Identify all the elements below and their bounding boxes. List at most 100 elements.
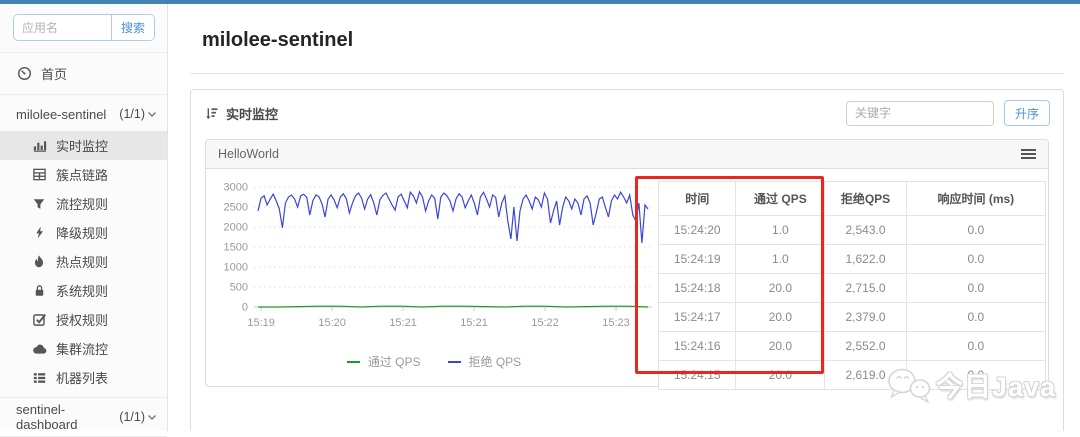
svg-text:2500: 2500: [224, 202, 248, 214]
search-button[interactable]: 搜索: [110, 15, 154, 40]
list-icon: [31, 371, 47, 385]
page-title: milolee-sentinel: [202, 29, 354, 51]
table-body: 15:24:20 1.0 2,543.0 0.0 15:24:19 1.0 1,622.0 0…: [657, 215, 1047, 390]
table-cell: 2,619.0: [824, 360, 907, 390]
sidebar-item-label: 集群流控: [56, 342, 109, 357]
legend-item[interactable]: 拒绝 QPS: [447, 353, 522, 370]
svg-text:15:23: 15:23: [602, 317, 630, 329]
table-cell: 20.0: [735, 331, 826, 361]
bar-chart-icon: [31, 138, 47, 153]
qps-line-chart: 0 500 1000 1500 2000 2500 3000 15:19 15:20 15:21 1…: [224, 182, 652, 329]
table-cell: 0.0: [905, 302, 1047, 332]
resource-title: HelloWorld: [218, 147, 279, 161]
sort-order-button[interactable]: 升序: [1003, 100, 1050, 126]
table-cell: 0.0: [905, 215, 1047, 245]
resource-card: HelloWorld 0 500 1000 1500 2000 2500 3000 15:19…: [205, 139, 1049, 390]
svg-text:3000: 3000: [224, 182, 248, 194]
fire-icon: [31, 254, 47, 269]
resource-card-header: HelloWorld: [206, 140, 1048, 169]
sidebar-item-集群流控[interactable]: 集群流控: [0, 334, 167, 363]
legend-label: 拒绝 QPS: [468, 355, 522, 369]
table-cell: 0.0: [905, 331, 1047, 361]
table-cell: 1.0: [735, 215, 826, 245]
table-cell: 15:24:20: [657, 215, 737, 245]
sidebar-item-簇点链路[interactable]: 簇点链路: [0, 160, 167, 189]
table-cell: 0.0: [905, 244, 1047, 274]
table-cell: 20.0: [735, 360, 826, 390]
table-header-row: 时间 通过 QPS 拒绝QPS 响应时间 (ms): [657, 181, 1047, 216]
legend-item[interactable]: 通过 QPS: [346, 353, 421, 370]
legend-swatch: [346, 360, 360, 363]
bolt-icon: [31, 225, 47, 240]
sidebar-item-机器列表[interactable]: 机器列表: [0, 363, 167, 392]
sidebar-group: sentinel-dashboard (1/1): [0, 397, 167, 437]
svg-text:1500: 1500: [224, 242, 248, 254]
cloud-icon: [31, 342, 47, 355]
qps-chart: 0 500 1000 1500 2000 2500 3000 15:19 15:20 15:21 1…: [206, 169, 658, 386]
table-column-header: 通过 QPS: [735, 181, 826, 216]
table-column-header: 时间: [657, 181, 737, 216]
sidebar-item-系统规则[interactable]: 系统规则: [0, 276, 167, 305]
table-cell: 20.0: [735, 273, 826, 303]
table-cell: 2,552.0: [824, 331, 907, 361]
table-cell: 1.0: [735, 244, 826, 274]
svg-text:15:19: 15:19: [247, 317, 275, 329]
group-badge: (1/1): [119, 107, 145, 121]
metrics-table-wrap: 时间 通过 QPS 拒绝QPS 响应时间 (ms) 15:24:20 1.0 2,543.…: [657, 169, 1048, 390]
resource-card-body: 0 500 1000 1500 2000 2500 3000 15:19 15:20 15:21 1…: [206, 169, 1048, 390]
sidebar-item-热点规则[interactable]: 热点规则: [0, 247, 167, 276]
title-divider: [190, 73, 1064, 74]
table-cell: 15:24:17: [657, 302, 737, 332]
keyword-input[interactable]: [845, 100, 994, 126]
legend-swatch: [447, 360, 461, 363]
check-square-icon: [31, 312, 47, 327]
table-column-header: 拒绝QPS: [824, 181, 907, 216]
table-cell: 15:24:16: [657, 331, 737, 361]
sidebar: 搜索 首页 milolee-sentinel (1/1) 实时监控簇点链路流控规则降…: [0, 4, 168, 437]
table-cell: 1,622.0: [824, 244, 907, 274]
table-cell: 2,543.0: [824, 215, 907, 245]
svg-text:15:21: 15:21: [389, 317, 417, 329]
table-cell: 15:24:18: [657, 273, 737, 303]
table-cell: 15:24:15: [657, 360, 737, 390]
table-column-header: 响应时间 (ms): [905, 181, 1047, 216]
metrics-table: 时间 通过 QPS 拒绝QPS 响应时间 (ms) 15:24:20 1.0 2,543.…: [657, 181, 1047, 390]
sort-amount-icon: [204, 106, 219, 121]
sidebar-item-实时监控[interactable]: 实时监控: [0, 131, 167, 160]
svg-text:500: 500: [230, 282, 248, 294]
sidebar-group: milolee-sentinel (1/1) 实时监控簇点链路流控规则降级规则热点规…: [0, 94, 167, 397]
chart-legend: 通过 QPS 拒绝 QPS: [210, 353, 658, 370]
chevron-down-icon: [147, 414, 157, 421]
chevron-down-icon: [147, 111, 157, 118]
sidebar-app-groups: milolee-sentinel (1/1) 实时监控簇点链路流控规则降级规则热点规…: [0, 94, 167, 437]
lock-icon: [31, 283, 47, 298]
table-cell: 0.0: [905, 360, 1047, 390]
table-icon: [31, 167, 47, 182]
hamburger-icon[interactable]: [1021, 148, 1036, 160]
group-label: sentinel-dashboard: [16, 402, 78, 432]
table-cell: 2,715.0: [824, 273, 907, 303]
sidebar-item-label: 系统规则: [56, 284, 109, 299]
svg-text:15:21: 15:21: [460, 317, 488, 329]
svg-text:0: 0: [242, 302, 248, 314]
monitor-panel-header: 实时监控 升序: [191, 90, 1063, 134]
svg-text:2000: 2000: [224, 222, 248, 234]
sidebar-item-授权规则[interactable]: 授权规则: [0, 305, 167, 334]
gauge-icon: [16, 66, 32, 81]
table-row: 15:24:16 20.0 2,552.0 0.0: [657, 331, 1047, 361]
sidebar-item-label: 首页: [41, 67, 68, 82]
table-row: 15:24:17 20.0 2,379.0 0.0: [657, 302, 1047, 332]
table-row: 15:24:19 1.0 1,622.0 0.0: [657, 244, 1047, 274]
sidebar-item-label: 簇点链路: [56, 168, 109, 183]
sidebar-group-header-milolee-sentinel[interactable]: milolee-sentinel (1/1): [0, 100, 167, 128]
realtime-monitor-panel: 实时监控 升序 HelloWorld 0 500 1000 1500 2000 2500 3…: [190, 89, 1064, 431]
sidebar-item-流控规则[interactable]: 流控规则: [0, 189, 167, 218]
app-search-input[interactable]: [14, 15, 111, 40]
sidebar-item-home[interactable]: 首页: [0, 59, 167, 88]
sidebar-item-label: 降级规则: [56, 226, 109, 241]
sidebar-item-降级规则[interactable]: 降级规则: [0, 218, 167, 247]
svg-text:15:20: 15:20: [318, 317, 346, 329]
group-label: milolee-sentinel: [16, 106, 107, 122]
main-content: milolee-sentinel 实时监控 升序 HelloWorld: [168, 4, 1080, 431]
sidebar-group-header-sentinel-dashboard[interactable]: sentinel-dashboard (1/1): [0, 402, 167, 432]
